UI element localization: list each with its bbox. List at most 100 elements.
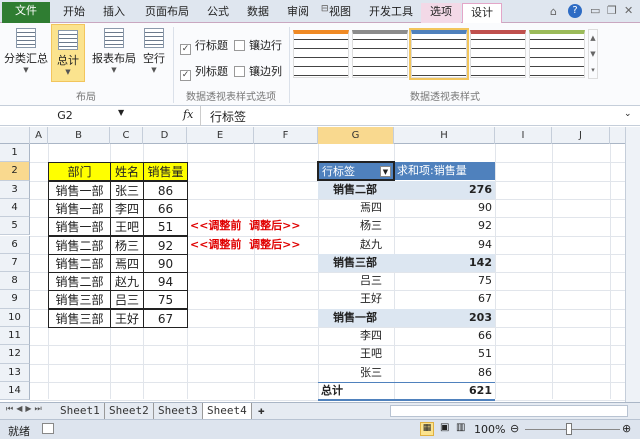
report-layout-button[interactable]: 报表布局 ▼ [90,23,138,74]
pivot-item-label[interactable]: 王吧 [360,345,382,363]
column-header-B[interactable]: B [48,127,110,144]
expand-formula-icon[interactable]: ⌄ [624,109,632,119]
insert-sheet-icon[interactable]: ✚ [254,403,269,419]
row-header-2[interactable]: 2 [0,162,30,181]
column-header-A[interactable]: A [30,127,48,144]
row-header-14[interactable]: 14 [0,381,30,401]
row-header-1[interactable]: 1 [0,144,30,163]
tab-review[interactable]: 审阅 [280,3,316,23]
pivot-item-label[interactable]: 吕三 [360,272,382,290]
pivot-item-label[interactable]: 李四 [360,327,382,345]
row-header-7[interactable]: 7 [0,253,30,273]
zoom-level[interactable]: 100% [474,423,505,436]
zoom-in-icon[interactable]: ⊕ [622,422,631,435]
pivot-group-label[interactable]: 销售二部 [333,181,377,199]
blank-rows-icon [144,28,164,48]
vertical-scrollbar[interactable] [625,127,640,402]
col-headers-checkbox[interactable]: ✓ 列标题 [180,63,228,81]
tab-formulas[interactable]: 公式 [200,3,236,23]
row-headers-checkbox[interactable]: ✓ 行标题 [180,37,228,55]
subtotals-label: 分类汇总 [4,52,48,65]
row-header-9[interactable]: 9 [0,290,30,309]
column-header-F[interactable]: F [254,127,318,144]
row-header-8[interactable]: 8 [0,272,30,291]
blank-rows-button[interactable]: 空行 ▼ [140,23,168,74]
row-header-3[interactable]: 3 [0,180,30,199]
page-layout-view-icon[interactable]: ▣ [440,422,449,433]
subtotals-button[interactable]: 分类汇总 ▼ [4,23,48,74]
zoom-slider[interactable] [525,429,620,430]
tab-developer[interactable]: 开发工具 [362,3,420,23]
window-close-icon[interactable]: ✕ [624,4,633,17]
tab-file[interactable]: 文件 [2,2,50,23]
column-header-D[interactable]: D [143,127,187,144]
column-header-C[interactable]: C [110,127,143,144]
row-header-6[interactable]: 6 [0,235,30,254]
sheet-tab-sheet1[interactable]: Sheet1 [56,403,105,419]
formula-input[interactable]: 行标签 [210,108,246,125]
banded-cols-checkbox[interactable]: 镶边列 [234,63,282,79]
gallery-scroll[interactable]: ▲ ▼ ▾ [588,29,598,79]
column-header-E[interactable]: E [187,127,254,144]
pivot-item-label[interactable]: 焉四 [360,199,382,217]
dropdown-arrow-icon: ▼ [151,66,157,74]
sheet-tab-sheet2[interactable]: Sheet2 [105,403,154,419]
normal-view-icon[interactable]: ▦ [420,422,434,436]
row-header-13[interactable]: 13 [0,363,30,382]
group-label-style-options: 数据透视表样式选项 [186,92,276,103]
pivot-style-thumbnail[interactable] [529,30,585,78]
column-header-I[interactable]: I [495,127,552,144]
ribbon: 分类汇总 ▼ 总计 ▼ 报表布局 ▼ 空行 ▼ 布局 ✓ 行标题 ✓ 列标题 镶边行 镶边列… [0,23,640,106]
pivot-group-label[interactable]: 销售三部 [333,254,377,272]
grand-totals-button[interactable]: 总计 ▼ [51,24,85,82]
row-header-4[interactable]: 4 [0,198,30,218]
gridline [30,345,625,347]
pivot-style-thumbnail[interactable] [352,30,408,78]
banded-rows-checkbox[interactable]: 镶边行 [234,37,282,53]
column-header-G[interactable]: G [318,127,394,144]
collapse-icon[interactable]: ⊟ [321,0,329,18]
pivot-grand-total-label: 总计 [321,383,343,397]
column-header-J[interactable]: J [552,127,610,144]
tab-page-layout[interactable]: 页面布局 [138,3,196,23]
row-header-12[interactable]: 12 [0,345,30,364]
pivot-item-label[interactable]: 王好 [360,290,382,308]
zoom-slider-thumb[interactable] [566,423,572,435]
minimize-ribbon-icon[interactable]: ⌂ [550,5,557,18]
name-box[interactable]: G2 [4,108,126,124]
horizontal-scrollbar[interactable] [390,405,628,417]
window-minimize-icon[interactable]: ▭ [590,4,600,17]
help-icon[interactable]: ? [568,4,582,18]
pivot-style-thumbnail[interactable] [409,28,469,80]
tab-insert[interactable]: 插入 [96,3,132,23]
annotation-text: <<调整前 调整后>> [190,237,301,251]
pivot-style-thumbnail[interactable] [293,30,349,78]
tab-design[interactable]: 设计 [462,3,502,23]
pivot-item-label[interactable]: 张三 [360,364,382,382]
window-restore-icon[interactable]: ❐ [607,4,617,17]
row-header-11[interactable]: 11 [0,327,30,346]
fx-icon[interactable]: fx [183,108,193,121]
tab-data[interactable]: 数据 [240,3,276,23]
pivot-item-label[interactable]: 赵九 [360,236,382,254]
macro-record-icon[interactable] [42,423,54,434]
row-header-10[interactable]: 10 [0,308,30,327]
sheet-tab-sheet3[interactable]: Sheet3 [154,403,203,419]
sheet-tab-sheet4[interactable]: Sheet4 [203,403,252,419]
zoom-out-icon[interactable]: ⊖ [510,422,519,435]
sheet-nav-arrows-icon[interactable]: ⏮◀▶⏭ [6,404,45,414]
select-all-corner[interactable] [0,127,30,144]
source-cell: 86 [143,180,188,200]
tab-home[interactable]: 开始 [56,3,92,23]
tab-options[interactable]: 选项 [421,3,461,23]
pivot-group-label[interactable]: 销售一部 [333,309,377,327]
column-header-H[interactable]: H [394,127,495,144]
page-break-view-icon[interactable]: ▥ [456,422,465,433]
checkbox-checked-icon: ✓ [180,70,191,81]
source-header-cell: 姓名 [110,162,144,182]
row-header-5[interactable]: 5 [0,217,30,236]
subtotals-icon [16,28,36,48]
name-box-dropdown-icon[interactable]: ▼ [118,108,124,117]
pivot-style-thumbnail[interactable] [470,30,526,78]
pivot-item-label[interactable]: 杨三 [360,217,382,235]
